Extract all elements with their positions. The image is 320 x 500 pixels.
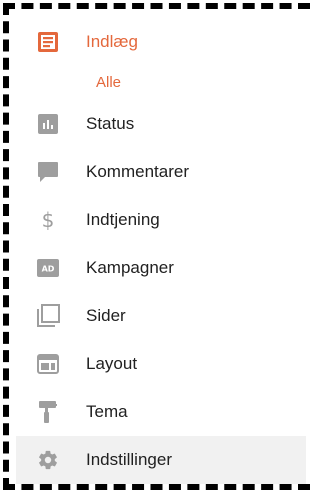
sidebar-item-label: Tema	[86, 402, 128, 421]
comment-icon	[36, 160, 60, 184]
sidebar-item-label: Sider	[86, 306, 126, 325]
sidebar-item-earnings[interactable]: $ Indtjening	[16, 196, 306, 244]
sidebar-item-comments[interactable]: Kommentarer	[16, 148, 306, 196]
sidebar-item-label: Indtjening	[86, 210, 160, 229]
gear-icon	[36, 448, 60, 472]
sidebar-item-label: Kampagner	[86, 258, 174, 277]
sidebar-item-label: Status	[86, 114, 135, 133]
layout-icon	[36, 352, 60, 376]
sidebar-item-label: Indlæg	[86, 32, 138, 51]
sidebar-item-label: Kommentarer	[86, 162, 189, 181]
stats-icon	[36, 112, 60, 136]
sidebar-item-stats[interactable]: Status	[16, 100, 306, 148]
svg-text:AD: AD	[42, 265, 55, 274]
sidebar-item-label: Layout	[86, 354, 138, 373]
sidebar-item-settings[interactable]: Indstillinger	[16, 436, 306, 484]
svg-text:$: $	[42, 208, 55, 232]
posts-icon	[36, 30, 60, 54]
dollar-icon: $	[36, 208, 60, 232]
sidebar-subitem-label: Alle	[96, 73, 122, 91]
sidebar-item-theme[interactable]: Tema	[16, 388, 306, 436]
sidebar-item-posts[interactable]: Indlæg	[16, 20, 306, 64]
theme-roller-icon	[36, 400, 60, 424]
sidebar-item-label: Indstillinger	[86, 450, 172, 469]
sidebar-nav: Indlæg Alle Status Kommentarer $ Indtjen…	[16, 20, 306, 484]
sidebar-item-pages[interactable]: Sider	[16, 292, 306, 340]
ad-icon: AD	[36, 256, 60, 280]
sidebar-item-layout[interactable]: Layout	[16, 340, 306, 388]
pages-icon	[36, 304, 60, 328]
sidebar-item-campaigns[interactable]: AD Kampagner	[16, 244, 306, 292]
sidebar-subitem-all[interactable]: Alle	[16, 64, 306, 100]
